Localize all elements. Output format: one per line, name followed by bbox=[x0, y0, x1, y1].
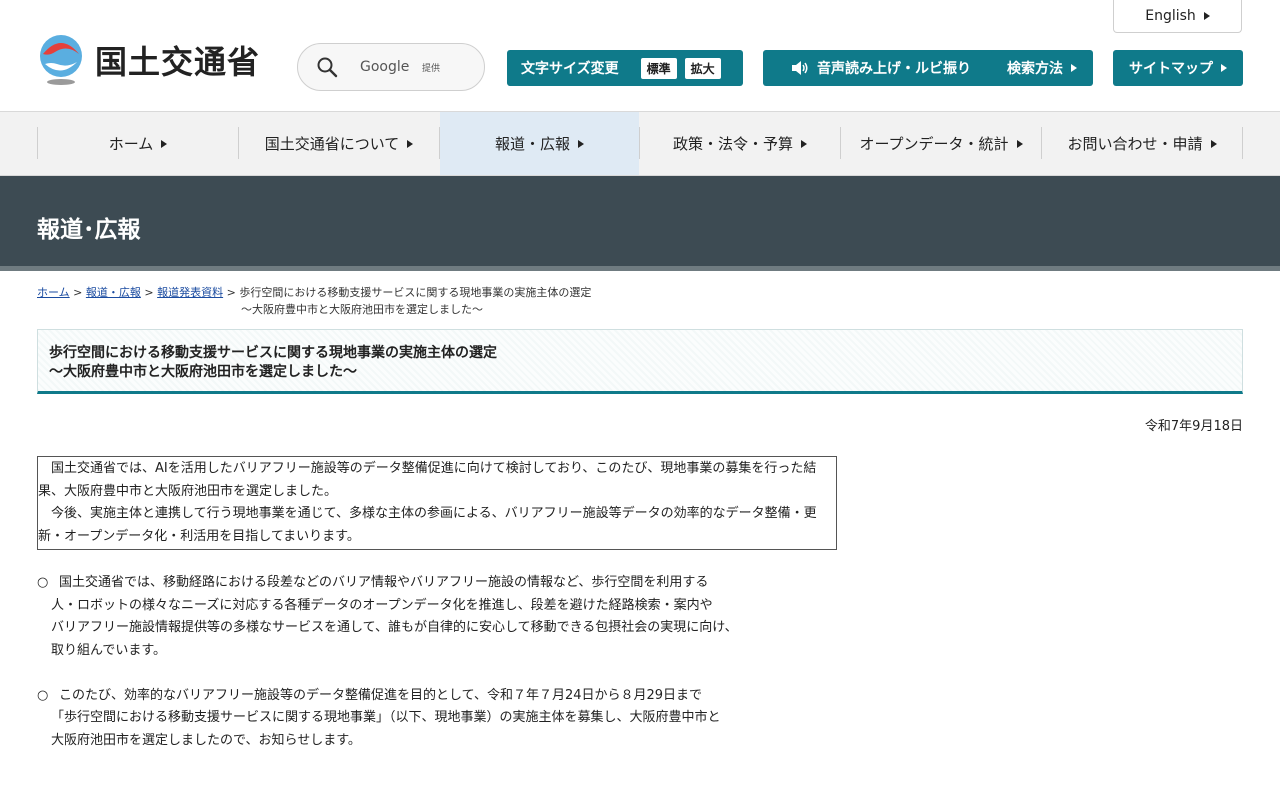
breadcrumb-separator: > bbox=[144, 286, 154, 299]
nav-divider bbox=[1242, 127, 1243, 159]
arrow-right-icon bbox=[1210, 139, 1217, 148]
arrow-right-icon bbox=[1203, 12, 1210, 20]
arrow-right-icon bbox=[161, 139, 168, 148]
article-title-line1: 歩行空間における移動支援サービスに関する現地事業の実施主体の選定 bbox=[49, 345, 497, 361]
breadcrumb-press-link[interactable]: 報道・広報 bbox=[86, 286, 141, 299]
breadcrumb-releases-link[interactable]: 報道発表資料 bbox=[157, 286, 223, 299]
site-header: 国土交通省 提供 English 文字サイズ変更 標準 拡大 音声読み上げ・ルビ… bbox=[0, 0, 1280, 112]
global-nav: ホーム 国土交通省について 報道・広報 政策・法令・予算 オープンデータ・統計 … bbox=[0, 112, 1280, 176]
font-size-large-button[interactable]: 拡大 bbox=[684, 57, 721, 79]
summary-paragraph: 今後、実施主体と連携して行う現地事業を通じて、多様な主体の参画による、バリアフリ… bbox=[38, 506, 817, 544]
font-size-label: 文字サイズ変更 bbox=[521, 61, 619, 77]
body-line: 人・ロボットの様々なニーズに対応する各種データのオープンデータ化を推進し、段差を… bbox=[51, 597, 713, 613]
nav-item-label: お問い合わせ・申請 bbox=[1067, 135, 1203, 153]
nav-item-contact[interactable]: お問い合わせ・申請 bbox=[1042, 112, 1242, 175]
nav-item-label: 国土交通省について bbox=[264, 135, 400, 153]
search-provider-label: 提供 bbox=[422, 63, 441, 74]
section-banner: 報道･広報 bbox=[0, 176, 1280, 271]
search-method-label: 検索方法 bbox=[1007, 61, 1063, 77]
speaker-icon bbox=[792, 61, 808, 75]
article-title-line2: ～大阪府豊中市と大阪府池田市を選定しました～ bbox=[49, 364, 357, 380]
english-link[interactable]: English bbox=[1113, 0, 1242, 33]
publish-date: 令和7年9月18日 bbox=[1144, 419, 1243, 434]
search-icon[interactable] bbox=[316, 56, 338, 78]
english-label: English bbox=[1145, 8, 1196, 24]
arrow-right-icon bbox=[801, 139, 807, 148]
arrow-right-icon bbox=[407, 139, 414, 148]
body-line: バリアフリー施設情報提供等の多様なサービスを通して、誰もが自律的に安心して移動で… bbox=[51, 620, 738, 635]
article-title: 歩行空間における移動支援サービスに関する現地事業の実施主体の選定 ～大阪府豊中市… bbox=[49, 344, 497, 382]
arrow-right-icon bbox=[1221, 64, 1227, 72]
nav-item-home[interactable]: ホーム bbox=[38, 112, 238, 175]
search-method-button[interactable]: 検索方法 bbox=[991, 50, 1093, 86]
arrow-right-icon bbox=[1016, 139, 1023, 148]
nav-item-label: 報道・広報 bbox=[494, 135, 570, 153]
mlit-logo-icon bbox=[40, 35, 82, 85]
arrow-right-icon bbox=[578, 139, 584, 148]
body-bullet: ○ このたび、効率的なバリアフリー施設等のデータ整備促進を目的として、令和７年７… bbox=[37, 685, 837, 753]
breadcrumb-separator: > bbox=[73, 286, 83, 299]
summary-box: 国土交通省では、AIを活用したバリアフリー施設等のデータ整備促進に向けて検討して… bbox=[37, 456, 837, 550]
nav-item-policy[interactable]: 政策・法令・予算 bbox=[640, 112, 840, 175]
article-title-box: 歩行空間における移動支援サービスに関する現地事業の実施主体の選定 ～大阪府豊中市… bbox=[37, 329, 1243, 394]
nav-item-opendata[interactable]: オープンデータ・統計 bbox=[841, 112, 1041, 175]
nav-item-label: ホーム bbox=[108, 135, 154, 153]
body-bullet: ○ 国土交通省では、移動経路における段差などのバリア情報やバリアフリー施設の情報… bbox=[37, 572, 837, 662]
site-logo[interactable]: 国土交通省 bbox=[37, 34, 260, 86]
body-line: 大阪府池田市を選定しましたので、お知らせします。 bbox=[51, 732, 361, 748]
body-line: 「歩行空間における移動支援サービスに関する現地事業」（以下、現地事業）の実施主体… bbox=[51, 710, 721, 725]
breadcrumb-current-continued: ～大阪府豊中市と大阪府池田市を選定しました～ bbox=[241, 303, 483, 316]
sitemap-label: サイトマップ bbox=[1129, 61, 1213, 77]
nav-item-label: 政策・法令・予算 bbox=[672, 135, 793, 153]
breadcrumb-separator: > bbox=[226, 286, 236, 299]
body-line: 国土交通省では、移動経路における段差などのバリア情報やバリアフリー施設の情報など… bbox=[59, 575, 709, 590]
logo-text: 国土交通省 bbox=[95, 43, 261, 81]
article-body: ○ 国土交通省では、移動経路における段差などのバリア情報やバリアフリー施設の情報… bbox=[37, 572, 837, 775]
voice-label: 音声読み上げ・ルビ振り bbox=[817, 61, 971, 77]
sitemap-button[interactable]: サイトマップ bbox=[1113, 50, 1243, 86]
font-size-standard-button[interactable]: 標準 bbox=[640, 57, 677, 79]
site-search[interactable]: 提供 bbox=[297, 43, 485, 91]
nav-item-label: オープンデータ・統計 bbox=[859, 135, 1009, 153]
font-size-control: 文字サイズ変更 標準 拡大 bbox=[507, 50, 743, 86]
breadcrumb-current: 歩行空間における移動支援サービスに関する現地事業の実施主体の選定 bbox=[239, 286, 592, 299]
breadcrumb-home-link[interactable]: ホーム bbox=[37, 286, 70, 299]
body-line: 取り組んでいます。 bbox=[51, 642, 167, 658]
nav-item-about[interactable]: 国土交通省について bbox=[239, 112, 439, 175]
nav-item-press[interactable]: 報道・広報 bbox=[440, 112, 639, 175]
voice-reading-button[interactable]: 音声読み上げ・ルビ振り bbox=[763, 50, 999, 86]
search-input[interactable] bbox=[358, 58, 472, 76]
body-line: このたび、効率的なバリアフリー施設等のデータ整備促進を目的として、令和７年７月2… bbox=[59, 687, 703, 703]
breadcrumb: ホーム > 報道・広報 > 報道発表資料 > 歩行空間における移動支援サービスに… bbox=[37, 284, 591, 318]
summary-paragraph: 国土交通省では、AIを活用したバリアフリー施設等のデータ整備促進に向けて検討して… bbox=[38, 461, 817, 499]
arrow-right-icon bbox=[1071, 64, 1077, 72]
section-title: 報道･広報 bbox=[37, 217, 141, 243]
